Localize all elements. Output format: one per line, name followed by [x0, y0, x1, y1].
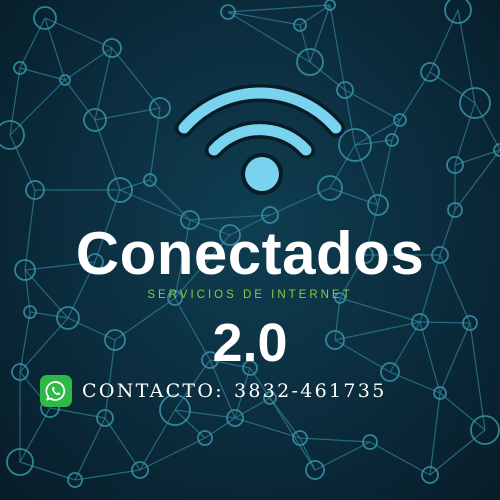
brand-tagline: SERVICIOS DE INTERNET: [147, 289, 353, 301]
whatsapp-icon[interactable]: [40, 375, 72, 407]
network-link: [9, 79, 66, 136]
network-link: [174, 409, 236, 419]
poster: Conectados SERVICIOS DE INTERNET 2.0 CON…: [0, 0, 500, 500]
network-link: [74, 417, 106, 481]
brand-version: 2.0: [212, 313, 288, 373]
network-link: [354, 119, 401, 146]
network-link: [74, 469, 141, 481]
network-link: [104, 417, 141, 471]
contact-phone[interactable]: 3832-461735: [234, 380, 387, 402]
network-link: [234, 417, 301, 439]
network-link: [439, 392, 486, 431]
network-link: [429, 9, 459, 73]
network-link: [19, 67, 66, 81]
contact-label: CONTACTO:: [82, 380, 224, 402]
network-link: [19, 17, 46, 69]
network-link: [149, 107, 161, 181]
network-link: [64, 79, 96, 121]
network-link: [391, 119, 401, 141]
network-link: [429, 392, 441, 476]
network-link: [204, 417, 236, 439]
contact-line[interactable]: CONTACTO: 3832-461735: [40, 374, 387, 408]
network-link: [111, 47, 161, 109]
network-link: [369, 441, 431, 476]
network-link: [429, 429, 486, 476]
network-link: [329, 4, 346, 91]
network-link: [299, 437, 371, 443]
network-link: [227, 4, 331, 13]
network-link: [269, 397, 316, 471]
network-link: [454, 102, 476, 166]
network-link: [454, 149, 500, 211]
brand-title: Conectados: [75, 220, 425, 287]
network-link: [344, 89, 401, 121]
network-link: [44, 17, 66, 81]
wifi-icon: [175, 84, 345, 195]
